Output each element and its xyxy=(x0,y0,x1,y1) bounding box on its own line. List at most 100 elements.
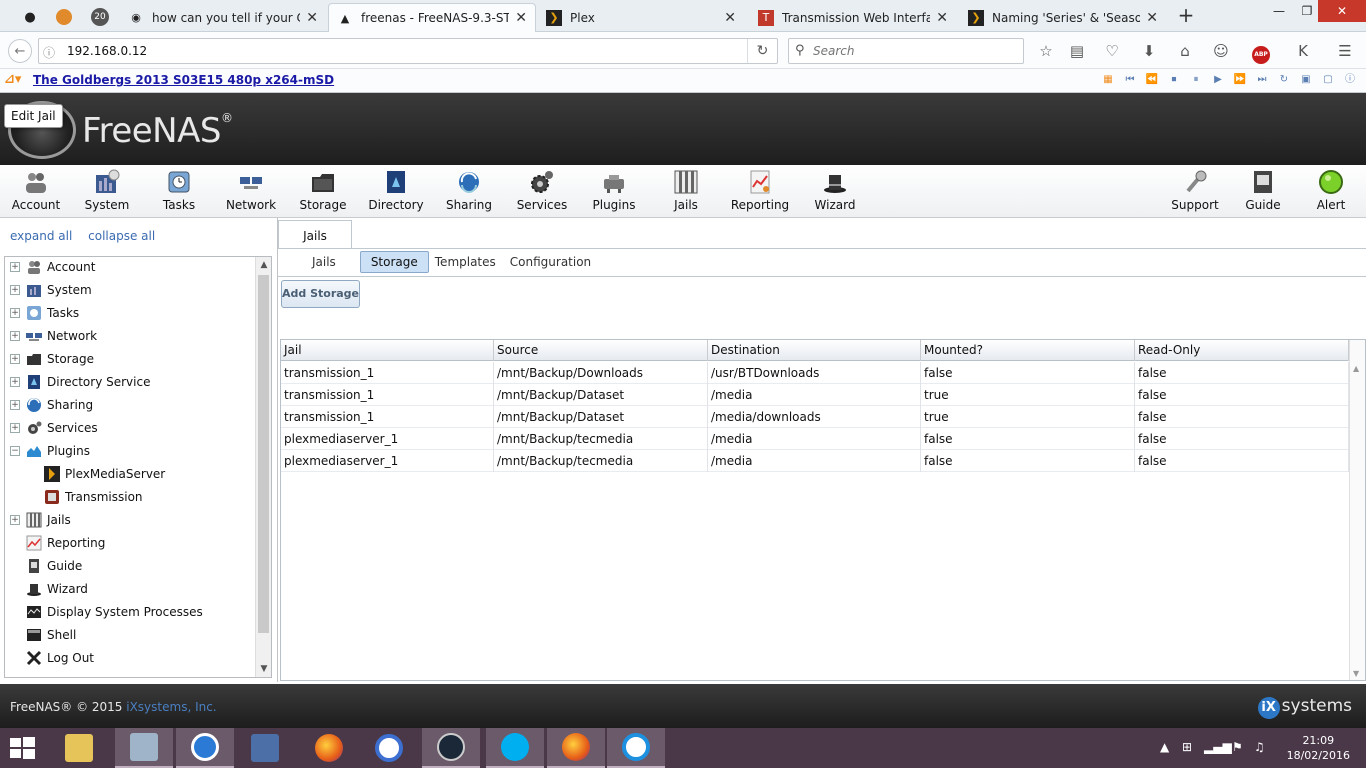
tab-jails[interactable]: Jails xyxy=(278,220,352,248)
tree-expander[interactable]: + xyxy=(10,377,20,387)
taskbar-file-explorer[interactable] xyxy=(50,728,108,768)
column-header-source[interactable]: Source xyxy=(494,340,708,361)
pinned-tab-badge[interactable]: 20 xyxy=(86,4,114,30)
add-storage-button[interactable]: Add Storage xyxy=(281,280,360,308)
site-info-icon[interactable]: ⓘ xyxy=(43,44,55,61)
tree-item-account[interactable]: + Account xyxy=(5,257,255,277)
bookmark-link[interactable]: The Goldbergs 2013 S03E15 480p x264-mSD xyxy=(33,73,334,87)
home-icon[interactable]: ⌂ xyxy=(1174,40,1196,62)
chat-icon[interactable]: ☺ xyxy=(1210,40,1232,62)
column-header-jail[interactable]: Jail xyxy=(281,340,494,361)
adblock-icon[interactable]: ABP xyxy=(1246,40,1276,64)
toolbar-sharing[interactable]: Sharing xyxy=(433,169,505,215)
tree-item-directory-service[interactable]: + Directory Service xyxy=(5,372,255,392)
window-close-button[interactable]: ✕ xyxy=(1318,0,1366,22)
tree-item-plugins[interactable]: − Plugins xyxy=(5,441,255,461)
table-scrollbar[interactable]: ▲ ▼ xyxy=(1349,340,1365,680)
url-bar[interactable]: ⓘ 192.168.0.12 ↻ xyxy=(38,38,778,64)
browser-tab-2[interactable]: ▲ freenas - FreeNAS-9.3-ST... ✕ xyxy=(328,3,536,32)
toolbar-reporting[interactable]: Reporting xyxy=(724,169,796,215)
tray-expand-icon[interactable]: ▲ xyxy=(1160,740,1169,754)
column-header-read-only[interactable]: Read-Only xyxy=(1135,340,1349,361)
play-icon[interactable]: ▶ xyxy=(1210,72,1226,88)
scroll-up-icon[interactable]: ▲ xyxy=(256,257,271,273)
taskbar-firefox[interactable] xyxy=(300,728,358,768)
tray-network-icon[interactable]: ▂▄▆ xyxy=(1204,740,1232,754)
tree-expander[interactable]: + xyxy=(10,308,20,318)
tree-item-transmission[interactable]: Transmission xyxy=(23,487,271,507)
taskbar-app-blue[interactable] xyxy=(176,728,234,768)
subtab-storage[interactable]: Storage xyxy=(359,251,429,273)
tree-item-log-out[interactable]: Log Out xyxy=(5,648,255,668)
toolbar-system[interactable]: System xyxy=(71,169,143,215)
search-bar[interactable]: ⚲ xyxy=(788,38,1024,64)
table-row[interactable]: plexmediaserver_1 /mnt/Backup/tecmedia /… xyxy=(281,428,1349,450)
tree-item-plexmediaserver[interactable]: PlexMediaServer xyxy=(23,464,271,484)
toolbar-support[interactable]: Support xyxy=(1159,169,1231,215)
info-icon[interactable]: ⓘ xyxy=(1342,72,1358,88)
stop-icon[interactable]: ⏹ xyxy=(1166,72,1182,88)
taskbar-task-manager[interactable] xyxy=(115,728,173,768)
table-row[interactable]: transmission_1 /mnt/Backup/Downloads /us… xyxy=(281,362,1349,384)
taskbar-media-app[interactable] xyxy=(360,728,418,768)
tree-expander[interactable]: − xyxy=(10,446,20,456)
taskbar-firefox-active[interactable] xyxy=(547,728,605,768)
extension-k-icon[interactable]: K xyxy=(1292,40,1314,62)
toolbar-tasks[interactable]: Tasks xyxy=(143,169,215,215)
browser-tab-3[interactable]: ❯ Plex ✕ xyxy=(538,3,744,32)
tree-item-storage[interactable]: + Storage xyxy=(5,349,255,369)
table-row[interactable]: transmission_1 /mnt/Backup/Dataset /medi… xyxy=(281,384,1349,406)
bookmark-star-icon[interactable]: ☆ xyxy=(1035,40,1057,62)
scroll-up-icon[interactable]: ▲ xyxy=(1353,364,1359,373)
tray-clock[interactable]: 21:09 18/02/2016 xyxy=(1287,733,1350,763)
tree-item-sharing[interactable]: + Sharing xyxy=(5,395,255,415)
download-icon[interactable]: ⬇ xyxy=(1138,40,1160,62)
expand-all-link[interactable]: expand all xyxy=(10,229,72,243)
taskbar-skype[interactable] xyxy=(486,728,544,768)
tree-scrollbar[interactable]: ▲ ▼ xyxy=(255,257,271,677)
tray-flag-icon[interactable]: ⚑ xyxy=(1232,740,1243,754)
taskbar-steam[interactable] xyxy=(422,728,480,768)
toolbar-wizard[interactable]: Wizard xyxy=(799,169,871,215)
table-row[interactable]: transmission_1 /mnt/Backup/Dataset /medi… xyxy=(281,406,1349,428)
taskbar-internet-explorer[interactable] xyxy=(607,728,665,768)
rss-feed-icon[interactable]: ⊿▾ xyxy=(4,72,21,87)
back-button[interactable]: ← xyxy=(8,39,32,63)
toolbar-services[interactable]: Services xyxy=(506,169,578,215)
subtab-configuration[interactable]: Configuration xyxy=(506,252,601,272)
menu-icon[interactable]: ☰ xyxy=(1334,40,1356,62)
taskbar-paint[interactable] xyxy=(236,728,294,768)
next-icon[interactable]: ⏩ xyxy=(1232,72,1248,88)
browser-tab-5[interactable]: ❯ Naming 'Series' & 'Season... ✕ xyxy=(960,3,1166,32)
toolbar-plugins[interactable]: Plugins xyxy=(578,169,650,215)
subtab-templates[interactable]: Templates xyxy=(429,252,506,272)
toolbar-account[interactable]: Account xyxy=(0,169,72,215)
tray-windows-icon[interactable]: ⊞ xyxy=(1182,740,1192,754)
column-header-mounted[interactable]: Mounted? xyxy=(921,340,1135,361)
pinned-tab-reddit[interactable]: ● xyxy=(16,4,44,30)
last-track-icon[interactable]: ⏭ xyxy=(1254,72,1270,88)
first-track-icon[interactable]: ⏮ xyxy=(1122,72,1138,88)
tree-expander[interactable]: + xyxy=(10,400,20,410)
tree-item-services[interactable]: + Services xyxy=(5,418,255,438)
tree-item-wizard[interactable]: Wizard xyxy=(5,579,255,599)
subtab-jails[interactable]: Jails xyxy=(302,252,346,272)
repeat-icon[interactable]: ↻ xyxy=(1276,72,1292,88)
scroll-thumb[interactable] xyxy=(258,275,269,633)
new-tab-button[interactable]: + xyxy=(1174,4,1198,28)
column-header-destination[interactable]: Destination xyxy=(708,340,921,361)
rss-icon[interactable]: ▦ xyxy=(1100,72,1116,88)
ixsystems-link[interactable]: iXsystems, Inc. xyxy=(126,700,216,714)
toolbar-storage[interactable]: Storage xyxy=(287,169,359,215)
window-icon[interactable]: ▢ xyxy=(1320,72,1336,88)
browser-tab-1[interactable]: ◉ how can you tell if your C... ✕ xyxy=(120,3,326,32)
scroll-down-icon[interactable]: ▼ xyxy=(1353,669,1359,678)
pause-icon[interactable]: ⏸ xyxy=(1188,72,1204,88)
windows-start-icon[interactable] xyxy=(8,736,36,760)
close-tab-icon[interactable]: ✕ xyxy=(1146,10,1158,26)
tree-expander[interactable]: + xyxy=(10,423,20,433)
tree-item-network[interactable]: + Network xyxy=(5,326,255,346)
tray-volume-icon[interactable]: ♫ xyxy=(1254,740,1265,754)
toolbar-alert[interactable]: Alert xyxy=(1295,169,1366,215)
tree-item-jails[interactable]: + Jails xyxy=(5,510,255,530)
